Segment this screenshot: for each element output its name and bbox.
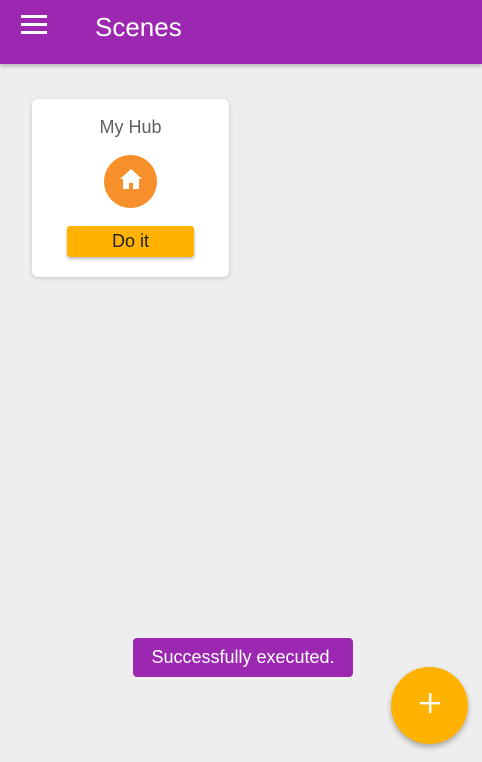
scene-name: My Hub xyxy=(99,117,162,137)
home-icon xyxy=(119,168,143,195)
add-scene-button[interactable] xyxy=(391,667,468,744)
toast-message: Successfully executed. xyxy=(133,638,353,677)
page-title: Scenes xyxy=(95,12,182,42)
scene-icon-badge xyxy=(104,155,157,208)
menu-button[interactable] xyxy=(14,8,54,44)
scene-card: My Hub Do it xyxy=(32,99,229,277)
app-bar: Scenes xyxy=(0,0,482,64)
hamburger-menu-icon xyxy=(21,14,47,39)
plus-icon xyxy=(419,692,441,719)
do-it-button[interactable]: Do it xyxy=(67,226,194,257)
